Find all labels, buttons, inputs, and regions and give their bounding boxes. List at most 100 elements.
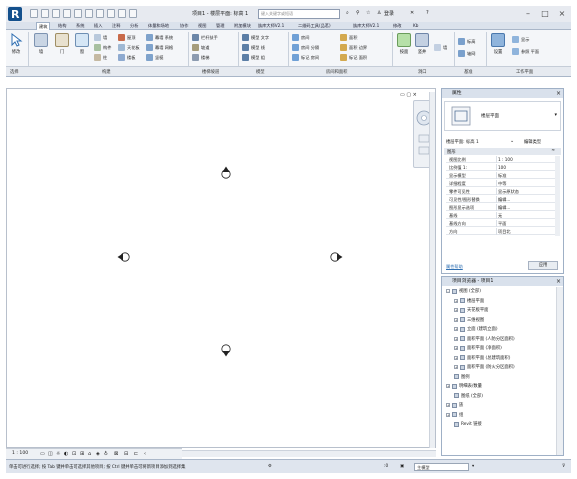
property-value[interactable]: 100 bbox=[498, 165, 506, 170]
property-row[interactable]: 基线方向 平面 bbox=[446, 220, 556, 227]
browser-item[interactable]: Revit 链接 bbox=[446, 421, 482, 427]
property-row[interactable]: 详细程度 中等 bbox=[446, 180, 556, 187]
expand-icon[interactable]: + bbox=[446, 384, 450, 388]
window-button[interactable]: 窗 bbox=[73, 33, 91, 55]
room-separator-tool[interactable]: 房间 分隔 bbox=[292, 44, 319, 51]
expand-icon[interactable]: + bbox=[454, 336, 458, 341]
user-icon[interactable]: ♙ bbox=[377, 10, 381, 16]
lock-view-icon[interactable]: ⌂ bbox=[88, 451, 91, 457]
column-tool[interactable]: 柱 bbox=[94, 54, 107, 61]
elevation-marker-east[interactable] bbox=[330, 252, 343, 262]
property-value[interactable]: 无 bbox=[498, 213, 502, 219]
filter-funnel-icon[interactable]: ⊽ bbox=[562, 464, 565, 469]
property-row[interactable]: 基线 无 bbox=[446, 212, 556, 219]
tab-family-library[interactable]: 族库大师V2.1 bbox=[256, 22, 286, 30]
close-icon[interactable]: × bbox=[556, 277, 561, 286]
area-boundary-tool[interactable]: 面积 边界 bbox=[340, 44, 367, 51]
set-workplane-button[interactable]: 设置 bbox=[490, 33, 506, 55]
filter-dropdown[interactable]: 主模型 bbox=[414, 463, 469, 471]
shadows-icon[interactable]: ◐ bbox=[64, 451, 68, 457]
reveal-hidden-icon[interactable]: ♁ bbox=[104, 451, 108, 457]
shaft-button[interactable]: 竖井 bbox=[414, 33, 430, 55]
ramp-tool[interactable]: 坡道 bbox=[192, 44, 209, 51]
expand-icon[interactable]: + bbox=[454, 298, 458, 303]
browser-item[interactable]: + 立面 (建筑立面) bbox=[454, 326, 498, 332]
grid-tool[interactable]: 轴网 bbox=[458, 50, 475, 57]
expand-icon[interactable]: + bbox=[454, 308, 458, 312]
expand-icon[interactable]: + bbox=[454, 355, 458, 360]
visual-style-icon[interactable]: ◫ bbox=[48, 451, 53, 457]
property-value[interactable]: 平面 bbox=[498, 221, 506, 227]
roof-tool[interactable]: 屋顶 bbox=[118, 34, 135, 41]
property-row[interactable]: 显示模型 标准 bbox=[446, 172, 556, 179]
browser-item[interactable]: - 视图 (全部) bbox=[446, 288, 481, 294]
apply-button[interactable]: 应用 bbox=[528, 261, 558, 270]
minimize-button[interactable]: – bbox=[522, 8, 534, 19]
properties-scrollbar[interactable] bbox=[555, 156, 560, 236]
favorites-icon[interactable]: ☆ bbox=[366, 10, 370, 16]
tab-manage[interactable]: 管理 bbox=[214, 22, 226, 30]
tab-systems[interactable]: 系统 bbox=[74, 22, 86, 30]
text-icon[interactable] bbox=[96, 9, 104, 18]
browser-item[interactable]: + 明细表/数量 bbox=[446, 383, 482, 389]
tag-area-tool[interactable]: 标记 面积 bbox=[340, 54, 367, 61]
quick-access-dropdown-icon[interactable] bbox=[129, 9, 137, 18]
tab-annotate[interactable]: 注释 bbox=[110, 22, 122, 30]
print-icon[interactable] bbox=[74, 9, 82, 18]
collapse-icon[interactable]: ≈ bbox=[551, 148, 555, 153]
property-value[interactable]: 中等 bbox=[498, 181, 506, 187]
ref-plane-tool[interactable]: 参照 平面 bbox=[512, 48, 539, 55]
curtain-grid-tool[interactable]: 幕墙 网格 bbox=[146, 44, 173, 51]
model-line-tool[interactable]: 模型 线 bbox=[242, 44, 265, 51]
temp-hide-icon[interactable]: ◈ bbox=[96, 451, 100, 457]
close-button[interactable]: × bbox=[556, 8, 568, 19]
help-icon[interactable]: ? bbox=[426, 10, 429, 16]
elevation-marker-south[interactable] bbox=[221, 344, 231, 357]
tab-addins[interactable]: 附加模块 bbox=[232, 22, 253, 30]
expand-icon[interactable]: + bbox=[454, 346, 458, 350]
show-workplane-tool[interactable]: 显示 bbox=[512, 36, 529, 43]
browser-item[interactable]: + 三维视图 bbox=[454, 317, 484, 323]
analytical-model-icon[interactable]: ⊠ bbox=[114, 451, 118, 457]
expand-icon[interactable]: + bbox=[454, 317, 458, 322]
group-label-room-area[interactable]: 房间和面积 bbox=[326, 69, 347, 75]
property-value[interactable]: 编辑... bbox=[498, 197, 510, 203]
redo-icon[interactable] bbox=[63, 9, 71, 18]
browser-item[interactable]: + 族 bbox=[446, 402, 463, 408]
stair-tool[interactable]: 楼梯 bbox=[192, 54, 209, 61]
browser-item[interactable]: 图例 bbox=[446, 374, 470, 380]
expand-icon[interactable]: + bbox=[454, 327, 458, 331]
view-scale[interactable]: 1 : 100 bbox=[12, 451, 28, 456]
edit-type-button[interactable]: 编辑类型 bbox=[524, 139, 541, 145]
property-value[interactable]: 1 : 100 bbox=[498, 157, 513, 162]
expand-icon[interactable]: + bbox=[454, 365, 458, 369]
search-icon[interactable]: ⌕ bbox=[346, 10, 349, 16]
component-tool[interactable]: 构件 bbox=[94, 44, 111, 51]
dropdown-icon[interactable]: ⌄ bbox=[510, 138, 514, 144]
crop-region-icon[interactable]: ⊡ bbox=[72, 451, 76, 457]
area-tool[interactable]: 面积 bbox=[340, 34, 357, 41]
by-face-button[interactable]: 按面 bbox=[396, 33, 412, 55]
exchange-icon[interactable]: ✕ bbox=[410, 10, 414, 16]
wall-opening-tool[interactable]: 墙 bbox=[434, 44, 447, 51]
ceiling-tool[interactable]: 天花板 bbox=[118, 44, 140, 51]
browser-scrollbar[interactable] bbox=[556, 287, 563, 455]
model-text-tool[interactable]: 模型 文字 bbox=[242, 34, 269, 41]
3d-view-icon[interactable] bbox=[107, 9, 115, 18]
section-icon[interactable] bbox=[118, 9, 126, 18]
tab-collaborate[interactable]: 协作 bbox=[178, 22, 190, 30]
horizontal-scrollbar[interactable] bbox=[182, 450, 436, 457]
expand-icon[interactable]: + bbox=[446, 412, 450, 417]
filter-icon[interactable]: ▾ bbox=[472, 464, 474, 469]
browser-item[interactable]: + 面积平面 (防火分区面积) bbox=[454, 364, 515, 370]
browser-item[interactable]: + 面积平面 (净面积) bbox=[454, 345, 502, 351]
section-graphics[interactable]: 图形 ≈ bbox=[444, 148, 561, 155]
tab-modify[interactable]: 修改 bbox=[391, 22, 403, 30]
property-row[interactable]: 图形显示选项 编辑... bbox=[446, 204, 556, 211]
scroll-left-icon[interactable]: ‹ bbox=[144, 451, 146, 457]
door-button[interactable]: 门 bbox=[53, 33, 71, 55]
mullion-tool[interactable]: 竖梃 bbox=[146, 54, 163, 61]
level-tool[interactable]: 标高 bbox=[458, 38, 475, 45]
property-value[interactable]: 项目北 bbox=[498, 229, 511, 235]
show-crop-icon[interactable]: ⊞ bbox=[80, 451, 84, 457]
